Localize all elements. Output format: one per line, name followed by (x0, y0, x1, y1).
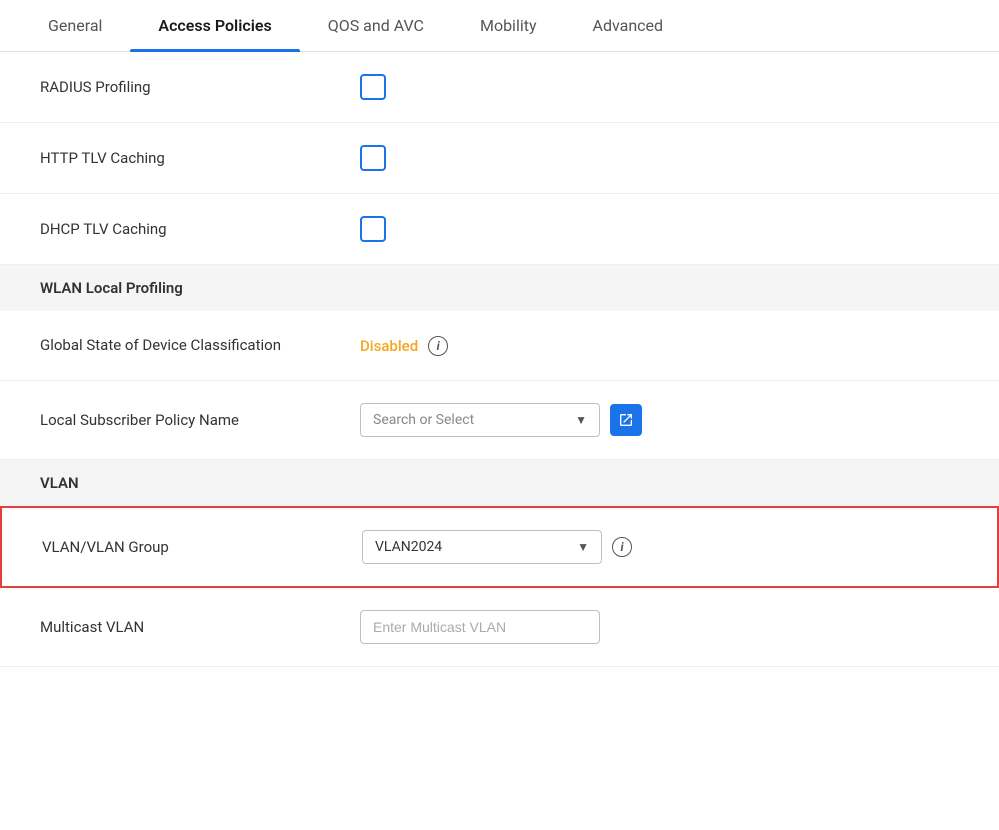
vlan-group-info-icon[interactable]: i (612, 537, 632, 557)
global-state-label: Global State of Device Classification (40, 335, 360, 356)
multicast-vlan-label: Multicast VLAN (40, 617, 360, 638)
tab-qos-avc[interactable]: QOS and AVC (300, 0, 452, 51)
vlan-group-highlighted-wrapper: VLAN/VLAN Group VLAN2024 ▼ i (0, 506, 999, 588)
local-subscriber-policy-placeholder: Search or Select (373, 412, 474, 428)
dhcp-tlv-caching-checkbox[interactable] (360, 216, 386, 242)
radius-profiling-control (360, 74, 959, 100)
local-subscriber-policy-select[interactable]: Search or Select ▼ (360, 403, 600, 437)
local-subscriber-policy-dropdown-arrow: ▼ (575, 413, 587, 427)
vlan-group-dropdown-arrow: ▼ (577, 540, 589, 554)
dhcp-tlv-caching-row: DHCP TLV Caching (0, 194, 999, 265)
dhcp-tlv-caching-control (360, 216, 959, 242)
multicast-vlan-control (360, 610, 959, 644)
tab-mobility[interactable]: Mobility (452, 0, 565, 51)
http-tlv-caching-checkbox[interactable] (360, 145, 386, 171)
global-state-info-icon[interactable]: i (428, 336, 448, 356)
http-tlv-caching-control (360, 145, 959, 171)
radius-profiling-checkbox[interactable] (360, 74, 386, 100)
radius-profiling-row: RADIUS Profiling (0, 52, 999, 123)
vlan-group-control: VLAN2024 ▼ i (362, 530, 957, 564)
local-subscriber-policy-row: Local Subscriber Policy Name Search or S… (0, 381, 999, 460)
local-subscriber-policy-control: Search or Select ▼ (360, 403, 959, 437)
vlan-section-header: VLAN (0, 460, 999, 506)
http-tlv-caching-label: HTTP TLV Caching (40, 148, 360, 169)
vlan-group-value: VLAN2024 (375, 539, 442, 555)
multicast-vlan-input[interactable] (360, 610, 600, 644)
tab-access-policies[interactable]: Access Policies (130, 0, 299, 51)
tab-navigation: General Access Policies QOS and AVC Mobi… (0, 0, 999, 52)
local-subscriber-policy-external-link[interactable] (610, 404, 642, 436)
dhcp-tlv-caching-label: DHCP TLV Caching (40, 219, 360, 240)
vlan-group-row: VLAN/VLAN Group VLAN2024 ▼ i (2, 508, 997, 586)
global-state-control: Disabled i (360, 336, 959, 356)
vlan-group-label: VLAN/VLAN Group (42, 537, 362, 558)
content-area: RADIUS Profiling HTTP TLV Caching DHCP T… (0, 52, 999, 667)
local-subscriber-policy-label: Local Subscriber Policy Name (40, 410, 360, 431)
vlan-group-select[interactable]: VLAN2024 ▼ (362, 530, 602, 564)
external-link-icon (618, 412, 634, 428)
http-tlv-caching-row: HTTP TLV Caching (0, 123, 999, 194)
multicast-vlan-row: Multicast VLAN (0, 588, 999, 667)
wlan-local-profiling-section-header: WLAN Local Profiling (0, 265, 999, 311)
radius-profiling-label: RADIUS Profiling (40, 77, 360, 98)
tab-advanced[interactable]: Advanced (565, 0, 692, 51)
tab-general[interactable]: General (20, 0, 130, 51)
global-state-row: Global State of Device Classification Di… (0, 311, 999, 381)
global-state-status: Disabled (360, 337, 418, 355)
